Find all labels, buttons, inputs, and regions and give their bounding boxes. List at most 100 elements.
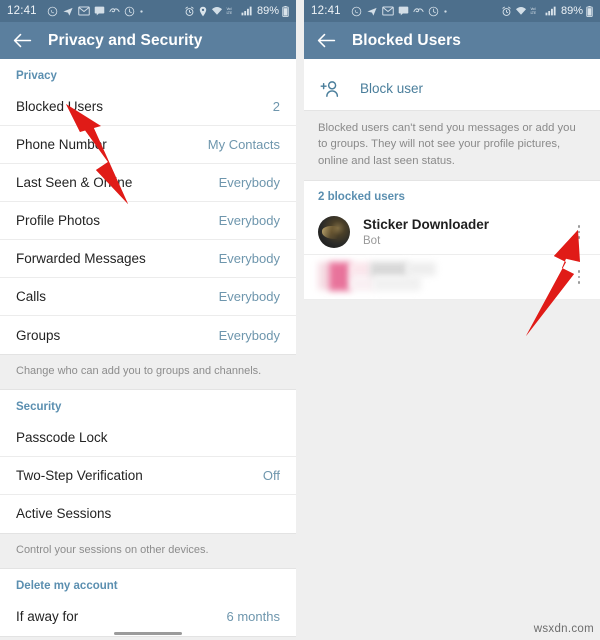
dual-screenshot-container: 12:41 Vol LTE 89% Privacy and Security P… <box>0 0 600 640</box>
setting-row-if-away-for[interactable]: If away for 6 months <box>0 597 296 636</box>
section-note-delete-account: If you do not come online at least once … <box>0 635 296 640</box>
blocked-user-subtitle: Bot <box>363 234 381 247</box>
setting-label: Forwarded Messages <box>16 251 146 266</box>
setting-row-profile-photos[interactable]: Profile Photos Everybody <box>0 202 296 240</box>
status-bar-right-icons: Vol LTE 89% <box>501 5 593 17</box>
status-bar-left: 12:41 Vol LTE 89% <box>0 0 296 22</box>
blocked-users-list: Block user Blocked users can't send you … <box>304 59 600 640</box>
kebab-menu-icon[interactable] <box>568 260 590 294</box>
svg-text:LTE: LTE <box>226 11 232 15</box>
status-bar-left-icons: 12:41 <box>7 5 184 17</box>
setting-row-last-seen-online[interactable]: Last Seen & Online Everybody <box>0 164 296 202</box>
app-bar-right: Blocked Users <box>304 22 600 59</box>
top-spacer <box>304 59 600 67</box>
battery-percent: 89% <box>256 5 279 17</box>
setting-label: Groups <box>16 327 61 343</box>
wifi-icon <box>515 7 526 15</box>
settings-list: Privacy Blocked Users 2 Phone Number My … <box>0 59 296 640</box>
volte-icon: VolLTE <box>226 7 232 15</box>
setting-label: Passcode Lock <box>16 429 108 445</box>
dot-icon <box>444 9 447 13</box>
gesture-navigation-bar <box>114 631 182 635</box>
section-header-privacy: Privacy <box>0 59 296 88</box>
status-bar-clock: 12:41 <box>7 5 37 17</box>
setting-label: If away for <box>16 609 79 625</box>
gmail-icon <box>382 6 394 16</box>
back-button-right[interactable] <box>316 31 336 51</box>
section-note-security: Control your sessions on other devices. <box>0 532 296 569</box>
app-icon <box>109 8 120 13</box>
clock-icon <box>124 6 135 16</box>
whatsapp-icon <box>47 6 58 16</box>
site-watermark: wsxdn.com <box>533 623 594 635</box>
alarm-icon <box>185 6 194 16</box>
setting-row-two-step-verification[interactable]: Two-Step Verification Off <box>0 456 296 495</box>
svg-text:LTE: LTE <box>530 11 536 15</box>
gmail-icon <box>78 6 90 16</box>
battery-icon <box>586 5 593 17</box>
setting-row-active-sessions[interactable]: Active Sessions <box>0 494 296 533</box>
left-phone-screen: 12:41 Vol LTE 89% Privacy and Security P… <box>0 0 296 640</box>
battery-percent: 89% <box>560 5 583 17</box>
clock-icon <box>428 6 439 16</box>
setting-label: Calls <box>16 289 47 304</box>
setting-value: 2 <box>272 99 280 114</box>
svg-text:Vol: Vol <box>226 7 231 11</box>
blocked-user-row-1[interactable]: Sticker Downloader Bot <box>304 210 600 256</box>
add-person-icon <box>320 80 344 98</box>
setting-label: Active Sessions <box>16 506 112 522</box>
setting-label: Blocked Users <box>16 99 104 114</box>
status-bar-left-icons: 12:41 <box>311 5 501 17</box>
setting-label: Two-Step Verification <box>16 467 143 483</box>
setting-value: Everybody <box>218 213 280 228</box>
setting-row-phone-number[interactable]: Phone Number My Contacts <box>0 126 296 164</box>
setting-value: My Contacts <box>207 137 280 152</box>
setting-row-forwarded-messages[interactable]: Forwarded Messages Everybody <box>0 240 296 278</box>
setting-value: Everybody <box>218 327 280 343</box>
setting-value: Everybody <box>218 175 280 190</box>
status-bar-right: 12:41 Vol LTE 89% <box>304 0 600 22</box>
setting-row-blocked-users[interactable]: Blocked Users 2 <box>0 88 296 126</box>
back-button-left[interactable] <box>12 31 32 51</box>
dot-icon <box>140 9 143 13</box>
signal-icon <box>241 6 252 16</box>
setting-value: Off <box>262 467 280 483</box>
svg-text:Vol: Vol <box>530 7 535 11</box>
avatar <box>318 216 350 249</box>
setting-row-groups[interactable]: Groups Everybody <box>0 316 296 354</box>
back-arrow-icon <box>317 33 335 48</box>
alarm-icon <box>502 6 511 16</box>
volte-icon: VolLTE <box>530 7 536 15</box>
status-bar-right-icons: Vol LTE 89% <box>184 5 289 17</box>
app-icon <box>413 8 424 13</box>
setting-label: Last Seen & Online <box>16 175 133 190</box>
setting-row-passcode-lock[interactable]: Passcode Lock <box>0 418 296 457</box>
signal-icon <box>545 6 556 16</box>
status-bar-clock: 12:41 <box>311 5 341 17</box>
setting-value: Everybody <box>218 289 280 304</box>
blocked-users-info-text: Blocked users can't send you messages or… <box>304 110 600 182</box>
page-title-left: Privacy and Security <box>48 31 203 49</box>
messages-icon <box>94 6 105 16</box>
blocked-user-info: Sticker Downloader Bot <box>363 217 568 247</box>
battery-icon <box>282 5 289 17</box>
blocked-user-row-2[interactable] <box>304 255 600 301</box>
redacted-user-content <box>318 262 438 292</box>
telegram-icon <box>367 7 377 16</box>
location-icon <box>199 6 207 16</box>
block-user-button[interactable]: Block user <box>304 67 600 110</box>
setting-row-calls[interactable]: Calls Everybody <box>0 278 296 316</box>
blocked-user-name: Sticker Downloader <box>363 217 490 233</box>
section-note-privacy: Change who can add you to groups and cha… <box>0 354 296 390</box>
blocked-users-count: 2 blocked users <box>304 181 600 211</box>
empty-area <box>304 300 600 640</box>
setting-label: Profile Photos <box>16 213 101 228</box>
setting-value: Everybody <box>218 251 280 266</box>
setting-value: 6 months <box>226 609 280 625</box>
whatsapp-icon <box>351 6 362 16</box>
right-phone-screen: 12:41 Vol LTE 89% Blocked Users Block us… <box>304 0 600 640</box>
telegram-icon <box>63 7 73 16</box>
kebab-menu-icon[interactable] <box>568 215 590 249</box>
wifi-icon <box>211 7 222 15</box>
messages-icon <box>398 6 409 16</box>
